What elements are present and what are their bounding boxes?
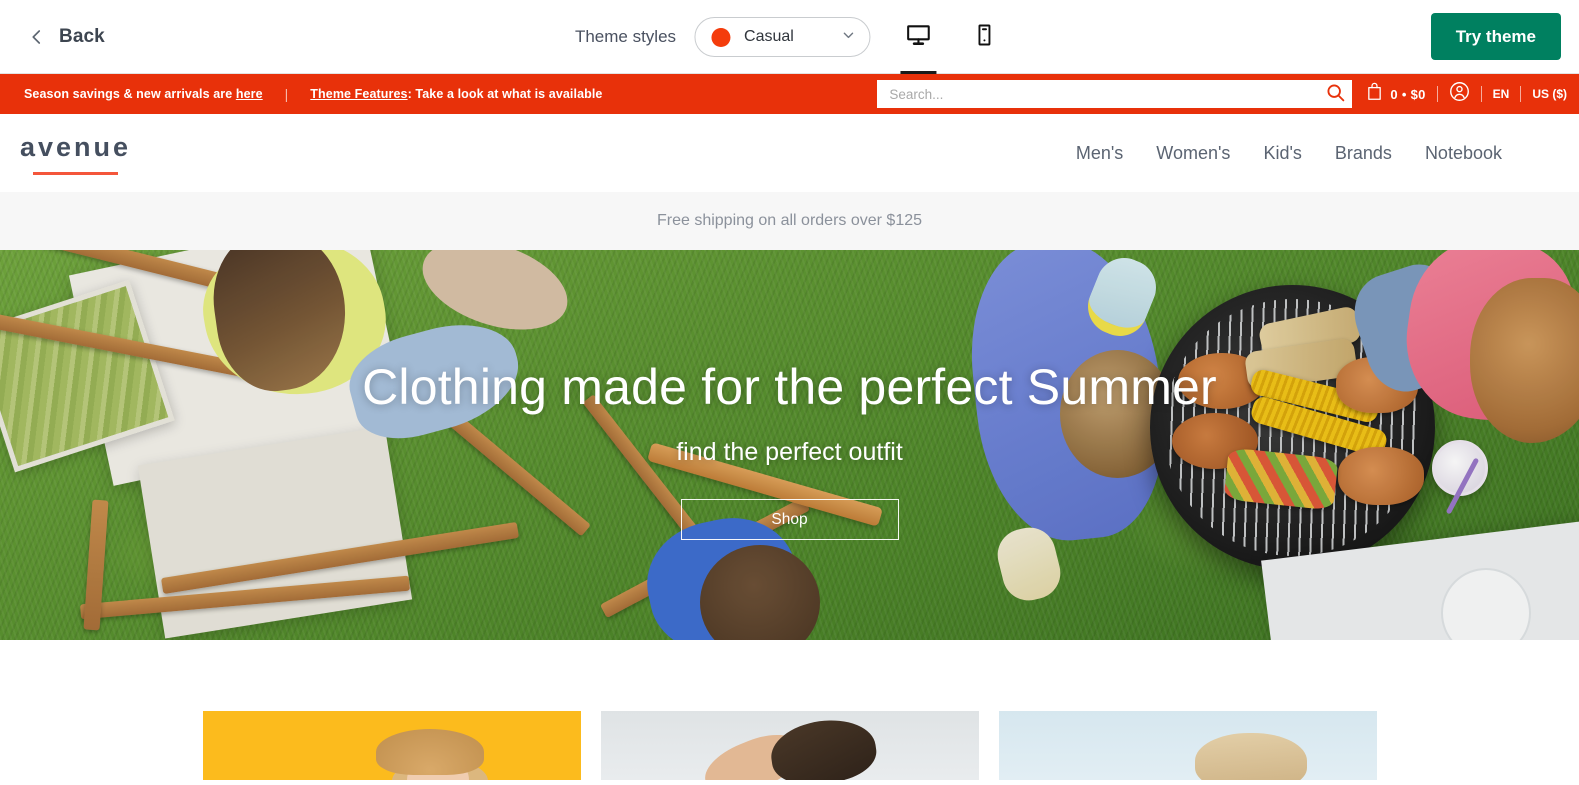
cart-button[interactable]: 0 • $0 (1366, 82, 1425, 106)
figure-hair (1195, 733, 1308, 780)
theme-features-rest: : Take a look at what is available (407, 87, 603, 101)
store-logo-underline (33, 171, 119, 175)
announcement-message-left[interactable]: Season savings & new arrivals are here (24, 87, 263, 101)
hero-subtitle: find the perfect outfit (676, 438, 903, 466)
shopping-bag-icon (1366, 82, 1383, 106)
desktop-preview-button[interactable] (898, 0, 938, 74)
try-theme-button[interactable]: Try theme (1430, 13, 1561, 60)
back-label: Back (59, 25, 105, 47)
mobile-preview-button[interactable] (964, 0, 1004, 74)
style-color-dot-icon (711, 27, 731, 47)
nav-item-mens[interactable]: Men's (1076, 143, 1123, 164)
hero-content: Clothing made for the perfect Summer fin… (0, 250, 1579, 640)
announcement-messages: Season savings & new arrivals are here |… (24, 86, 603, 102)
utility-divider-3 (1520, 86, 1522, 102)
theme-preview-admin-bar: Back Theme styles Casual Try theme (0, 0, 1579, 74)
free-shipping-text: Free shipping on all orders over $125 (656, 212, 923, 229)
promo-card-man-grey[interactable] (600, 711, 979, 780)
account-circle-icon[interactable] (1449, 81, 1470, 107)
theme-features-link[interactable]: Theme Features (310, 87, 407, 101)
announcement-message-right[interactable]: Theme Features: Take a look at what is a… (310, 87, 602, 101)
announcement-bar: Season savings & new arrivals are here |… (0, 74, 1579, 114)
hero-banner: Clothing made for the perfect Summer fin… (0, 250, 1579, 640)
store-logo[interactable]: avenue (20, 132, 131, 175)
mobile-icon (972, 23, 996, 52)
main-navigation: Men's Women's Kid's Brands Notebook (1076, 143, 1502, 164)
announcement-separator: | (284, 86, 289, 102)
utility-links: 0 • $0 EN US ($) (1366, 81, 1567, 107)
theme-style-selected-value: Casual (744, 28, 794, 45)
utility-divider-2 (1480, 86, 1482, 102)
device-preview-toggle (898, 0, 1004, 74)
store-header: avenue Men's Women's Kid's Brands Notebo… (0, 114, 1579, 192)
cart-summary: 0 • $0 (1390, 86, 1426, 102)
back-button[interactable]: Back (28, 26, 105, 48)
desktop-icon (905, 22, 931, 53)
search-input[interactable] (877, 80, 1319, 108)
header-utilities: 0 • $0 EN US ($) (877, 74, 1579, 114)
promo-card-woman-straw-hat[interactable] (202, 711, 581, 780)
announcement-left-prefix: Season savings & new arrivals are (24, 87, 236, 101)
straw-hat (376, 729, 485, 775)
free-shipping-bar: Free shipping on all orders over $125 (0, 192, 1579, 250)
theme-style-select[interactable]: Casual (694, 17, 871, 57)
figure-hair (766, 713, 880, 780)
chevron-down-icon (841, 28, 855, 47)
promo-card-blonde-woman[interactable] (998, 711, 1377, 780)
search-bar (877, 80, 1353, 108)
nav-item-notebook[interactable]: Notebook (1425, 143, 1502, 164)
search-submit-button[interactable] (1318, 80, 1352, 108)
nav-item-brands[interactable]: Brands (1335, 143, 1392, 164)
promo-card-row (0, 640, 1579, 780)
hero-shop-button[interactable]: Shop (680, 499, 899, 540)
nav-item-kids[interactable]: Kid's (1263, 143, 1301, 164)
utility-divider-1 (1436, 86, 1438, 102)
announcement-left-link[interactable]: here (236, 87, 263, 101)
store-logo-text: avenue (20, 131, 132, 162)
nav-item-womens[interactable]: Women's (1156, 143, 1230, 164)
theme-style-controls: Theme styles Casual (575, 0, 1004, 74)
chevron-left-icon (28, 28, 46, 46)
theme-styles-label: Theme styles (574, 27, 677, 46)
hero-title: Clothing made for the perfect Summer (362, 359, 1217, 415)
language-selector[interactable]: EN (1493, 87, 1510, 101)
currency-selector[interactable]: US ($) (1532, 87, 1567, 101)
search-icon (1325, 82, 1346, 106)
